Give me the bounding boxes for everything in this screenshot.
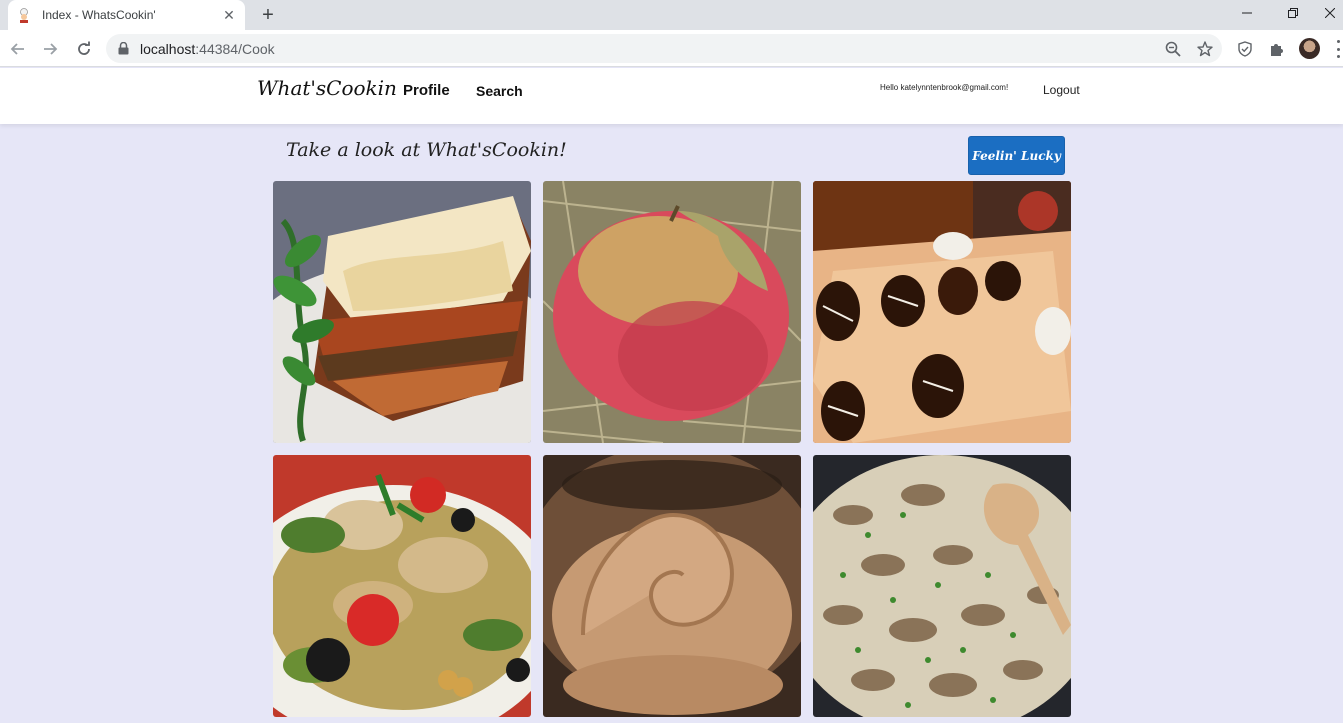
browser-tab[interactable]: Index - WhatsCookin' ✕ xyxy=(8,0,245,30)
peanut-butter-photo xyxy=(543,455,801,717)
apple-photo xyxy=(543,181,801,443)
back-arrow-icon[interactable] xyxy=(6,37,30,61)
recipe-card-lasagna[interactable] xyxy=(273,181,531,443)
mushroom-stroganoff-photo xyxy=(813,455,1071,717)
site-navbar: What'sCookin Profile Search Hello kately… xyxy=(0,68,1343,124)
chicken-vegetable-salad-photo xyxy=(273,455,531,717)
nav-link-search[interactable]: Search xyxy=(476,83,523,99)
forward-arrow-icon[interactable] xyxy=(38,37,62,61)
logout-button[interactable]: Logout xyxy=(1043,83,1080,97)
browser-tab-strip: Index - WhatsCookin' ✕ + xyxy=(0,0,1343,30)
tab-close-icon[interactable]: ✕ xyxy=(221,7,237,23)
profile-avatar[interactable] xyxy=(1299,38,1320,59)
bookmark-star-icon[interactable] xyxy=(1196,40,1214,58)
user-greeting[interactable]: Hello katelynntenbrook@gmail.com! xyxy=(880,83,1008,92)
feelin-lucky-button[interactable]: Feelin' Lucky xyxy=(968,136,1065,175)
extensions-puzzle-icon[interactable] xyxy=(1268,40,1286,58)
zoom-icon[interactable] xyxy=(1164,40,1182,58)
url-text: localhost:44384/Cook xyxy=(140,40,275,57)
nav-link-profile[interactable]: Profile xyxy=(403,82,450,99)
lock-icon xyxy=(118,42,130,56)
window-close-icon[interactable] xyxy=(1316,0,1343,26)
tab-title: Index - WhatsCookin' xyxy=(42,8,156,22)
recipe-card-mushroom-stroganoff[interactable] xyxy=(813,455,1071,717)
restore-icon[interactable] xyxy=(1270,0,1316,26)
new-tab-icon[interactable]: + xyxy=(256,3,280,27)
reload-icon[interactable] xyxy=(72,37,96,61)
recipe-card-chicken-vegetable[interactable] xyxy=(273,455,531,717)
minimize-icon[interactable] xyxy=(1224,0,1270,26)
page-title: Take a look at What'sCookin! xyxy=(286,139,567,161)
chocolate-strawberries-photo xyxy=(813,181,1071,443)
address-bar[interactable]: localhost:44384/Cook xyxy=(106,34,1222,63)
recipe-card-apple[interactable] xyxy=(543,181,801,443)
recipe-card-peanut-butter[interactable] xyxy=(543,455,801,717)
brand-logo[interactable]: What'sCookin xyxy=(257,76,397,100)
shield-extension-icon[interactable] xyxy=(1236,40,1254,58)
browser-toolbar: localhost:44384/Cook xyxy=(0,30,1343,67)
browser-menu-icon[interactable] xyxy=(1334,40,1343,58)
recipe-card-chocolate-strawberries[interactable] xyxy=(813,181,1071,443)
chef-favicon-icon xyxy=(16,7,32,23)
lasagna-photo xyxy=(273,181,531,443)
